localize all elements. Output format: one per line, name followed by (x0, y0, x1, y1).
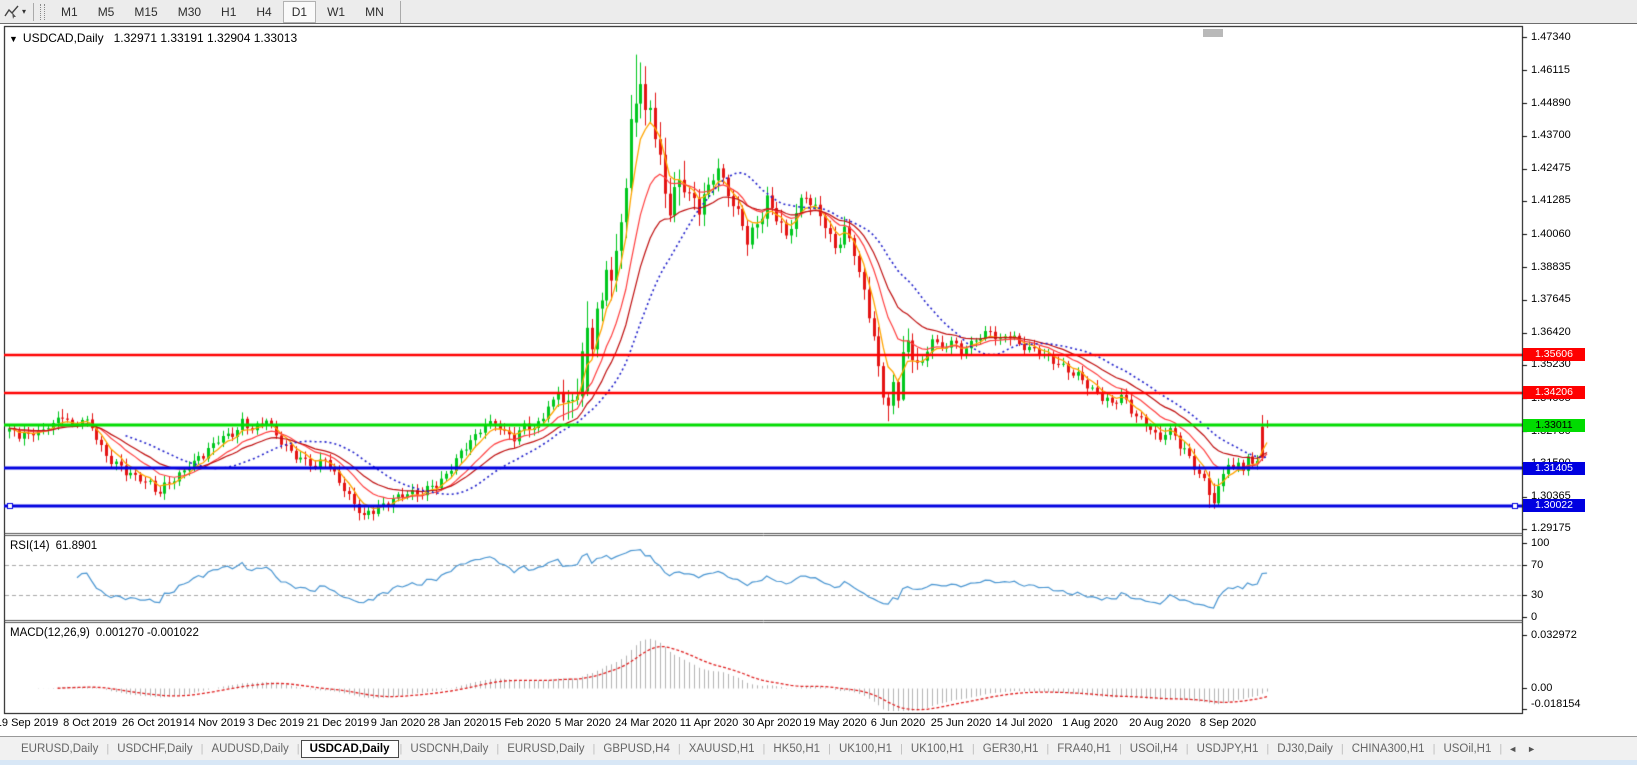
date-label: 19 May 2020 (803, 717, 867, 729)
timeframe-button-m30[interactable]: M30 (169, 1, 210, 23)
date-label: 3 Dec 2019 (248, 717, 304, 729)
timeframe-button-h4[interactable]: H4 (247, 1, 280, 23)
rsi-indicator-label: RSI(14) 61.8901 (10, 540, 103, 552)
price-axis-label: 1.42475 (1531, 162, 1571, 174)
rsi-axis-label: 100 (1531, 537, 1549, 549)
date-label: 8 Sep 2020 (1200, 717, 1256, 729)
date-label: 15 Feb 2020 (489, 717, 551, 729)
price-line-badge[interactable]: 1.30022 (1523, 499, 1585, 512)
timeframe-toolbar: M1M5M15M30H1H4D1W1MN (51, 1, 401, 23)
date-label: 14 Jul 2020 (996, 717, 1053, 729)
date-label: 11 Apr 2020 (680, 717, 739, 729)
macd-name: MACD(12,26,9) (10, 627, 90, 639)
date-label: 21 Dec 2019 (307, 717, 369, 729)
chart-title: ▼ USDCAD,Daily 1.32971 1.33191 1.32904 1.3… (9, 31, 297, 45)
chart-tab-usoil-h4[interactable]: USOil,H4 (1123, 740, 1185, 758)
chart-tab-usdcnh-daily[interactable]: USDCNH,Daily (403, 740, 495, 758)
chart-tab-xauusd-h1[interactable]: XAUUSD,H1 (682, 740, 762, 758)
chart-tab-bar: EURUSD,Daily|USDCHF,Daily|AUDUSD,Daily|U… (0, 736, 1637, 760)
toolbar-separator (33, 3, 34, 21)
chart-tab-china300-h1[interactable]: CHINA300,H1 (1345, 740, 1432, 758)
rsi-axis-label: 30 (1531, 589, 1543, 601)
chart-tab-usdchf-daily[interactable]: USDCHF,Daily (110, 740, 199, 758)
chart-tab-uk100-h1[interactable]: UK100,H1 (904, 740, 971, 758)
date-label: 5 Mar 2020 (555, 717, 611, 729)
macd-axis-label: 0.032972 (1531, 629, 1577, 641)
chart-tab-usoil-h1[interactable]: USOil,H1 (1436, 740, 1498, 758)
macd-axis-label: 0.00 (1531, 682, 1552, 694)
rsi-axis-label: 0 (1531, 611, 1537, 623)
date-label: 8 Oct 2019 (63, 717, 117, 729)
timeframe-button-m5[interactable]: M5 (89, 1, 124, 23)
macd-axis-label: -0.018154 (1531, 698, 1581, 710)
chart-tab-eurusd-daily[interactable]: EURUSD,Daily (500, 740, 591, 758)
price-axis-label: 1.38835 (1531, 261, 1571, 273)
price-axis-label: 1.36420 (1531, 326, 1571, 338)
chart-line-icon (4, 4, 19, 19)
macd-values: 0.001270 -0.001022 (96, 627, 199, 639)
timeframe-button-h1[interactable]: H1 (212, 1, 245, 23)
date-label: 20 Aug 2020 (1129, 717, 1191, 729)
date-label: 24 Mar 2020 (615, 717, 677, 729)
price-axis-label: 1.44890 (1531, 97, 1571, 109)
price-axis-label: 1.41285 (1531, 194, 1571, 206)
timeframe-button-d1[interactable]: D1 (283, 1, 316, 23)
timeframe-button-mn[interactable]: MN (356, 1, 393, 23)
toolbar-grip[interactable] (40, 4, 45, 20)
date-label: 1 Aug 2020 (1062, 717, 1118, 729)
price-line-badge[interactable]: 1.34206 (1523, 386, 1585, 399)
dropdown-caret-icon[interactable]: ▾ (22, 7, 26, 16)
chart-tab-uk100-h1[interactable]: UK100,H1 (832, 740, 899, 758)
bottom-strip (0, 760, 1637, 765)
price-axis-label: 1.29175 (1531, 522, 1571, 534)
toolbar: ▾ M1M5M15M30H1H4D1W1MN (0, 0, 1637, 24)
price-line-badge[interactable]: 1.31405 (1523, 462, 1585, 475)
symbol-period-label: USDCAD,Daily (23, 31, 104, 45)
rsi-value: 61.8901 (56, 540, 98, 552)
chart-tab-usdcad-daily[interactable]: USDCAD,Daily (301, 740, 399, 758)
chart-tab-hk50-h1[interactable]: HK50,H1 (766, 740, 827, 758)
chart-tab-ger30-h1[interactable]: GER30,H1 (976, 740, 1046, 758)
rsi-name: RSI(14) (10, 540, 50, 552)
price-axis-label: 1.40060 (1531, 228, 1571, 240)
chart-cursor-icon[interactable]: ▾ (0, 2, 30, 22)
chart-tab-dj30-daily[interactable]: DJ30,Daily (1270, 740, 1340, 758)
rsi-axis-label: 70 (1531, 559, 1543, 571)
ohlc-values: 1.32971 1.33191 1.32904 1.33013 (114, 31, 298, 45)
chart-tab-audusd-daily[interactable]: AUDUSD,Daily (204, 740, 295, 758)
date-label: 9 Jan 2020 (371, 717, 425, 729)
price-axis-label: 1.37645 (1531, 293, 1571, 305)
date-label: 25 Jun 2020 (931, 717, 992, 729)
timeframe-button-w1[interactable]: W1 (318, 1, 354, 23)
date-label: 28 Jan 2020 (428, 717, 489, 729)
timeframe-button-m15[interactable]: M15 (125, 1, 166, 23)
chart-scrollbar-thumb[interactable] (1203, 29, 1223, 37)
macd-indicator-label: MACD(12,26,9) 0.001270 -0.001022 (10, 627, 205, 639)
date-label: 19 Sep 2019 (0, 717, 58, 729)
symbol-marker-icon: ▼ (9, 34, 18, 44)
chart-tab-fra40-h1[interactable]: FRA40,H1 (1050, 740, 1118, 758)
price-axis-label: 1.43700 (1531, 129, 1571, 141)
chart-tab-gbpusd-h4[interactable]: GBPUSD,H4 (596, 740, 676, 758)
price-axis-label: 1.47340 (1531, 31, 1571, 43)
trading-app-window: ▾ M1M5M15M30H1H4D1W1MN ▼ USDCAD,Daily 1.32… (0, 0, 1637, 765)
date-label: 30 Apr 2020 (742, 717, 801, 729)
tab-scroll-left-icon[interactable]: ◄ (1503, 744, 1522, 754)
price-line-badge[interactable]: 1.33011 (1523, 419, 1585, 432)
timeframe-button-m1[interactable]: M1 (52, 1, 87, 23)
chart-tab-usdjpy-h1[interactable]: USDJPY,H1 (1190, 740, 1266, 758)
date-label: 6 Jun 2020 (871, 717, 925, 729)
price-chart-canvas[interactable] (0, 0, 1637, 765)
date-label: 14 Nov 2019 (183, 717, 245, 729)
tab-scroll-right-icon[interactable]: ► (1522, 744, 1541, 754)
chart-tab-eurusd-daily[interactable]: EURUSD,Daily (14, 740, 105, 758)
price-axis-label: 1.46115 (1531, 64, 1570, 76)
price-line-badge[interactable]: 1.35606 (1523, 348, 1585, 361)
date-label: 26 Oct 2019 (122, 717, 182, 729)
